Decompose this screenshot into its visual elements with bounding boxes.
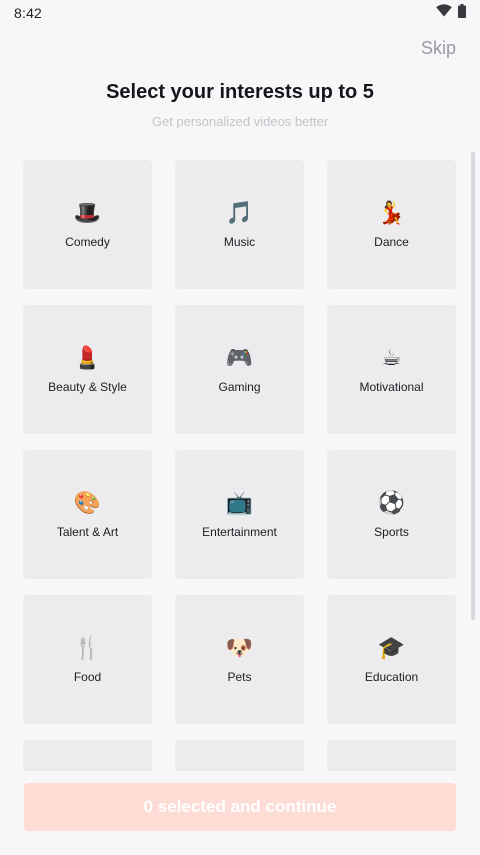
interest-label: Gaming	[218, 379, 261, 394]
interest-label: Beauty & Style	[48, 379, 127, 394]
interest-card[interactable]	[175, 740, 304, 771]
interest-label: Comedy	[65, 234, 110, 249]
interest-card[interactable]: 💄 Beauty & Style	[23, 305, 152, 434]
palette-icon: 🎨	[73, 490, 102, 516]
interest-card[interactable]: 🐶 Pets	[175, 595, 304, 724]
graduation-cap-icon: 🎓	[377, 635, 406, 661]
wifi-icon	[436, 4, 452, 22]
interest-label: Food	[73, 669, 102, 684]
interest-card[interactable]: ☕ Motivational	[327, 305, 456, 434]
interest-card[interactable]: 🎮 Gaming	[175, 305, 304, 434]
page-title: Select your interests up to 5	[106, 81, 374, 103]
interest-card[interactable]: 🍴 Food	[23, 595, 152, 724]
fork-knife-icon: 🍴	[73, 635, 102, 661]
top-hat-icon: 🎩	[73, 200, 102, 226]
interest-label: Music	[223, 234, 256, 249]
interest-label: Entertainment	[202, 524, 277, 539]
television-icon: 📺	[225, 490, 254, 516]
interest-card[interactable]: 💃 Dance	[327, 160, 456, 289]
interest-card[interactable]: 🎨 Talent & Art	[23, 450, 152, 579]
interest-label: Education	[364, 669, 419, 684]
battery-icon	[458, 3, 466, 23]
interest-label: Pets	[227, 669, 252, 684]
dog-icon: 🐶	[225, 635, 254, 661]
music-note-icon: 🎵	[225, 200, 254, 226]
dancer-icon: 💃	[377, 200, 406, 226]
interest-card[interactable]: 📺 Entertainment	[175, 450, 304, 579]
status-icons	[436, 3, 466, 23]
interest-card[interactable]: 🎩 Comedy	[23, 160, 152, 289]
continue-button[interactable]: 0 selected and continue	[24, 783, 456, 831]
page-subtitle: Get personalized videos better	[151, 114, 329, 129]
interest-card[interactable]	[23, 740, 152, 771]
interests-grid: 🎩 Comedy 🎵 Music 💃 Dance 💄 Beauty & Style 🎮 Gamin…	[23, 160, 456, 771]
lipstick-icon: 💄	[73, 345, 102, 371]
skip-button[interactable]: Skip	[421, 38, 456, 59]
interest-label: Talent & Art	[56, 524, 119, 539]
interest-label: Sports	[374, 524, 409, 539]
interest-label: Motivational	[359, 379, 424, 394]
status-bar: 8:42	[0, 0, 480, 26]
interest-card[interactable]: ⚽ Sports	[327, 450, 456, 579]
interest-card[interactable]: 🎵 Music	[175, 160, 304, 289]
interest-card[interactable]: 🎓 Education	[327, 595, 456, 724]
scrollbar[interactable]	[471, 152, 475, 620]
soccer-ball-icon: ⚽	[377, 490, 406, 516]
game-controller-icon: 🎮	[225, 345, 254, 371]
interests-grid-viewport[interactable]: 🎩 Comedy 🎵 Music 💃 Dance 💄 Beauty & Style 🎮 Gamin…	[0, 160, 480, 771]
interest-label: Dance	[374, 234, 409, 249]
status-time: 8:42	[14, 5, 43, 21]
coffee-icon: ☕	[381, 345, 402, 371]
interest-card[interactable]	[327, 740, 456, 771]
